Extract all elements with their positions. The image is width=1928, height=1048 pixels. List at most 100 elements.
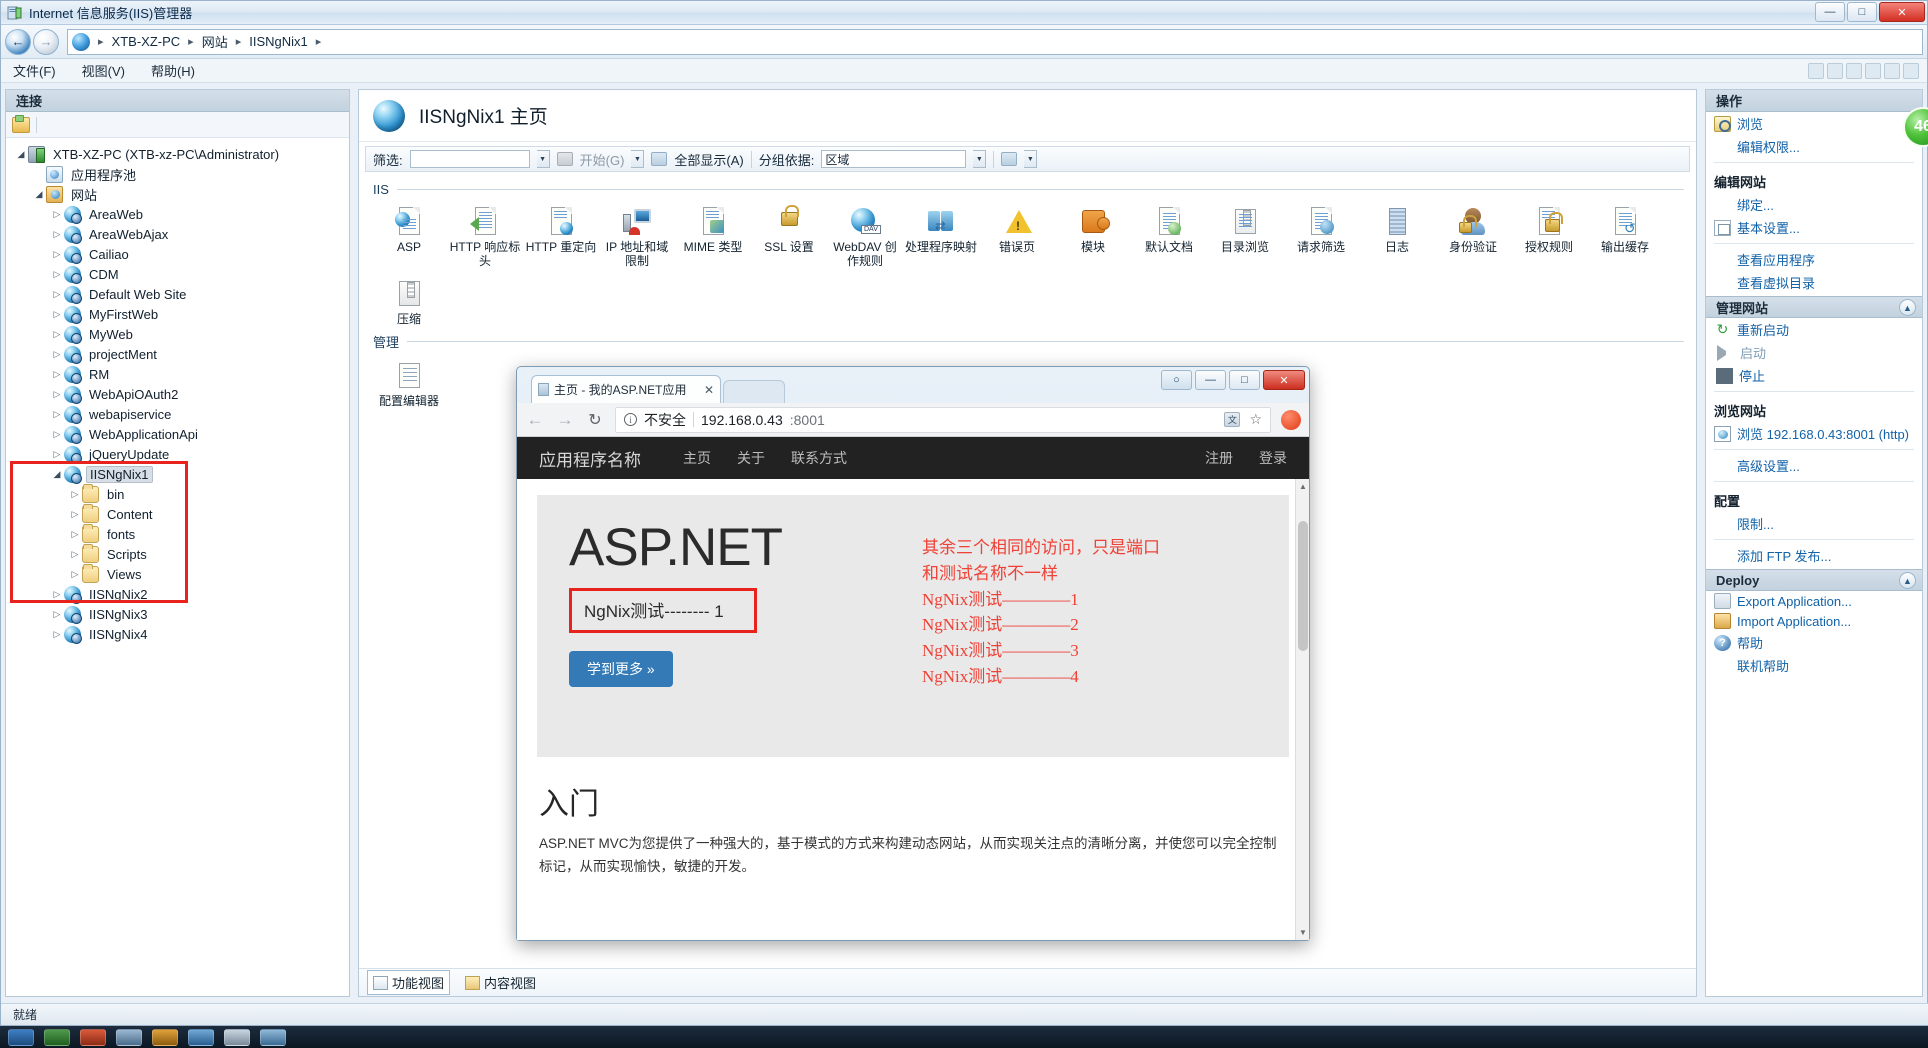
action-启动[interactable]: 启动 (1706, 341, 1922, 364)
feature-modules[interactable]: 模块 (1055, 201, 1131, 273)
taskbar-item-8[interactable] (260, 1028, 286, 1046)
chevron-up-icon[interactable]: ▲ (1899, 572, 1916, 589)
filter-input[interactable] (409, 150, 530, 168)
menu-view[interactable]: 视图(V) (82, 61, 125, 80)
tree-item-rm[interactable]: ▷ RM (10, 364, 349, 384)
tree-collapse-icon[interactable]: ▷ (68, 529, 82, 540)
browser-tab[interactable]: 主页 - 我的ASP.NET应用 ✕ (531, 375, 721, 403)
tree-collapse-icon[interactable]: ▷ (50, 629, 64, 640)
tree-collapse-icon[interactable]: ▷ (50, 429, 64, 440)
tree-item-myweb[interactable]: ▷ MyWeb (10, 324, 349, 344)
group-by-dropdown-icon[interactable]: ▼ (973, 150, 987, 168)
nav-link-about[interactable]: 关于 (737, 448, 765, 468)
tree-item-bin[interactable]: ▷ bin (10, 483, 349, 504)
action-帮助[interactable]: ? 帮助 (1706, 631, 1922, 654)
action-联机帮助[interactable]: 联机帮助 (1706, 654, 1922, 677)
taskbar-item-7[interactable] (224, 1028, 250, 1046)
tree-item-areawebajax[interactable]: ▷ AreaWebAjax (10, 224, 349, 244)
tree-collapse-icon[interactable]: ▷ (50, 209, 64, 220)
taskbar-item-6[interactable] (188, 1028, 214, 1046)
tree-item-scripts[interactable]: ▷ Scripts (10, 543, 349, 564)
action-查看虚拟目录[interactable]: 查看虚拟目录 (1706, 271, 1922, 294)
show-all-icon[interactable] (651, 152, 668, 166)
feature-configuration-editor[interactable]: 配置编辑器 (371, 355, 447, 413)
feature-ssl-settings[interactable]: SSL 设置 (751, 201, 827, 273)
connect-to-server-icon[interactable] (12, 114, 30, 133)
feature-http-response-headers[interactable]: HTTP 响应标头 (447, 201, 523, 273)
action-添加-ftp-发布-[interactable]: 添加 FTP 发布... (1706, 544, 1922, 567)
address-input[interactable]: i 不安全 192.168.0.43:8001 文 ☆ (615, 406, 1271, 433)
feature-logging[interactable]: 日志 (1359, 201, 1435, 273)
close-button[interactable]: ✕ (1879, 2, 1925, 22)
tree-collapse-icon[interactable]: ▷ (50, 269, 64, 280)
breadcrumb-item-site[interactable]: IISNgNix1 (245, 33, 312, 50)
profile-avatar-icon[interactable] (1281, 409, 1301, 430)
filter-go-dropdown-icon[interactable]: ▼ (631, 150, 645, 168)
browser-reload-icon[interactable]: ↻ (585, 410, 605, 430)
taskbar-item-2[interactable] (44, 1028, 70, 1046)
binoculars-icon[interactable] (556, 152, 573, 166)
site-brand[interactable]: 应用程序名称 (539, 446, 641, 471)
view-mode-icon[interactable] (1001, 152, 1018, 166)
feature-authorization-rules[interactable]: 授权规则 (1511, 201, 1587, 273)
chevron-down-icon[interactable] (1903, 62, 1919, 79)
nav-link-contact[interactable]: 联系方式 (791, 448, 847, 468)
tree-item-iisngnix4[interactable]: ▷ IISNgNix4 (10, 624, 349, 644)
taskbar-item-3[interactable] (80, 1028, 106, 1046)
page-scrollbar[interactable]: ▲ ▼ (1295, 479, 1309, 940)
browser-profile-button[interactable]: ○ (1161, 370, 1192, 390)
feature-http-redirect[interactable]: HTTP 重定向 (523, 201, 599, 273)
feature-authentication[interactable]: 身份验证 (1435, 201, 1511, 273)
tree-collapse-icon[interactable]: ▷ (68, 489, 82, 500)
tree-item-iisngnix2[interactable]: ▷ IISNgNix2 (10, 584, 349, 604)
scrollbar-thumb[interactable] (1298, 521, 1308, 651)
scroll-down-icon[interactable]: ▼ (1299, 928, 1307, 937)
tree-item-cailiao[interactable]: ▷ Cailiao (10, 244, 349, 264)
tree-collapse-icon[interactable]: ▷ (68, 509, 82, 520)
forward-button[interactable]: → (33, 28, 59, 55)
tree-collapse-icon[interactable]: ▷ (68, 569, 82, 580)
feature-output-caching[interactable]: ↺ 输出缓存 (1587, 201, 1663, 273)
tree-collapse-icon[interactable]: ▷ (50, 449, 64, 460)
toolbar-icon-3[interactable] (1846, 62, 1862, 79)
nav-link-login[interactable]: 登录 (1259, 448, 1287, 468)
action-export-application-[interactable]: Export Application... (1706, 591, 1922, 611)
tab-content-view[interactable]: 内容视图 (460, 971, 541, 994)
tree-item--[interactable]: 应用程序池 (10, 164, 349, 184)
browser-minimize-button[interactable]: — (1195, 370, 1226, 390)
feature-handler-mappings[interactable]: ⇄ 处理程序映射 (903, 201, 979, 273)
tree-item-iisngnix3[interactable]: ▷ IISNgNix3 (10, 604, 349, 624)
action-查看应用程序[interactable]: 查看应用程序 (1706, 248, 1922, 271)
back-button[interactable]: ← (5, 28, 31, 55)
tree-collapse-icon[interactable]: ▷ (50, 329, 64, 340)
tree-collapse-icon[interactable]: ▷ (50, 409, 64, 420)
action-重新启动[interactable]: ↻ 重新启动 (1706, 318, 1922, 341)
toolbar-icon-4[interactable] (1865, 62, 1881, 79)
feature-webdav[interactable]: DAV WebDAV 创作规则 (827, 201, 903, 273)
tree-item-projectment[interactable]: ▷ projectMent (10, 344, 349, 364)
group-by-select[interactable]: 区域 (821, 150, 967, 168)
tree-item-webapplicationapi[interactable]: ▷ WebApplicationApi (10, 424, 349, 444)
tree-item--[interactable]: ◢ 网站 (10, 184, 349, 204)
feature-compression[interactable]: 压缩 (371, 273, 447, 331)
tree-item-default-web-site[interactable]: ▷ Default Web Site (10, 284, 349, 304)
taskbar-item-4[interactable] (116, 1028, 142, 1046)
browser-back-icon[interactable]: ← (525, 410, 545, 430)
action-停止[interactable]: 停止 (1706, 364, 1922, 387)
browser-forward-icon[interactable]: → (555, 410, 575, 430)
tree-expand-icon[interactable]: ◢ (50, 469, 64, 480)
toolbar-icon-1[interactable] (1808, 62, 1824, 79)
minimize-button[interactable]: — (1815, 2, 1845, 22)
learn-more-button[interactable]: 学到更多 » (569, 651, 673, 687)
breadcrumb-item-server[interactable]: XTB-XZ-PC (108, 33, 185, 50)
tree-expand-icon[interactable]: ◢ (32, 189, 46, 200)
view-mode-dropdown-icon[interactable]: ▼ (1024, 150, 1038, 168)
maximize-button[interactable]: □ (1847, 2, 1877, 22)
tree-collapse-icon[interactable]: ▷ (50, 249, 64, 260)
feature-error-pages[interactable]: 错误页 (979, 201, 1055, 273)
tree-expand-icon[interactable]: ◢ (14, 149, 28, 160)
nav-link-home[interactable]: 主页 (683, 448, 711, 468)
tree-collapse-icon[interactable]: ▷ (50, 349, 64, 360)
feature-directory-browsing[interactable]: 目录浏览 (1207, 201, 1283, 273)
breadcrumb[interactable]: ▸ XTB-XZ-PC ▸ 网站 ▸ IISNgNix1 ▸ (67, 28, 1923, 55)
